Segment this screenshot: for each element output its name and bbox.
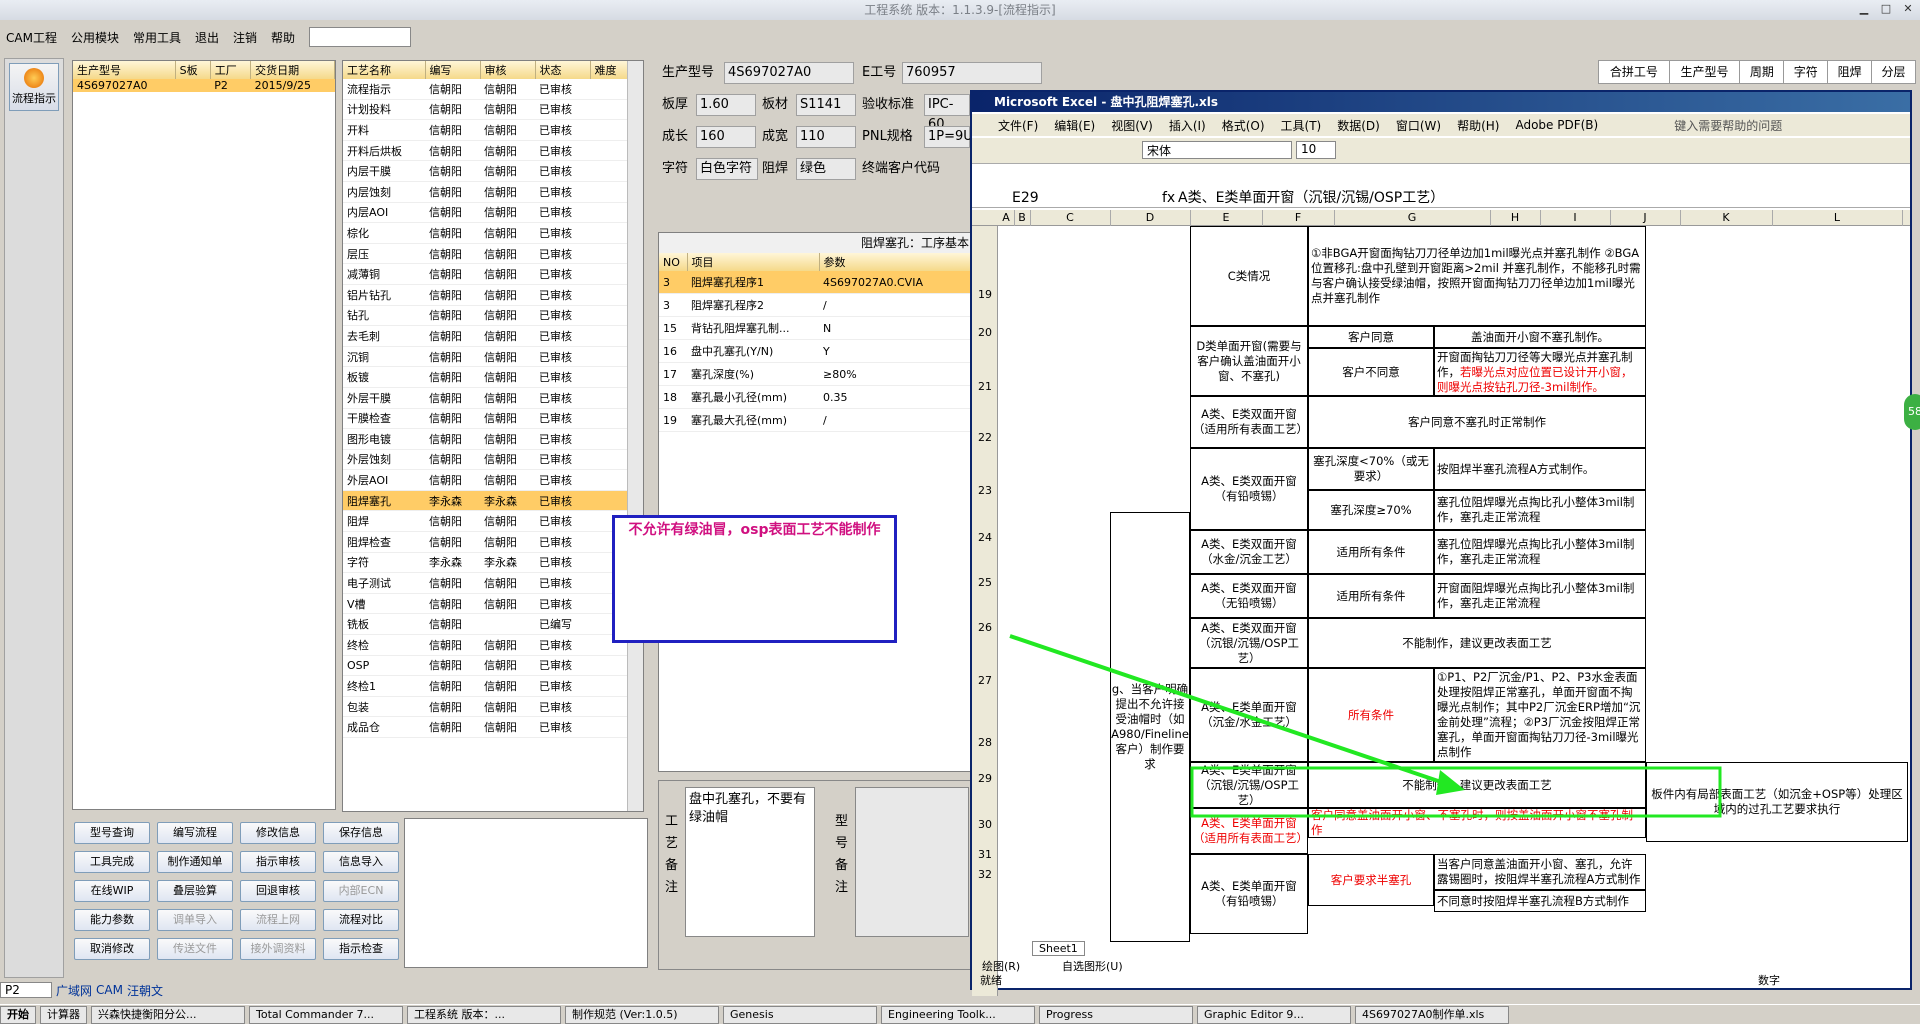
tab-cam[interactable]: CAM xyxy=(96,983,123,997)
task-item[interactable]: Engineering Toolk... xyxy=(881,1005,1035,1024)
arrow-overlay xyxy=(1009,634,1722,818)
task-item[interactable]: Genesis xyxy=(723,1005,877,1024)
task-item[interactable]: Graphic Editor 9... xyxy=(1197,1005,1351,1024)
tab-wan[interactable]: 广域网 xyxy=(56,982,92,999)
green-arrow xyxy=(1009,634,1451,787)
tab-user[interactable]: 汪朝文 xyxy=(127,982,163,999)
taskbar: 开始 计算器 兴森快捷衡阳分公... Total Commander 7... … xyxy=(0,1004,1920,1024)
task-item[interactable]: Total Commander 7... xyxy=(249,1005,403,1024)
bottom-tabs: P2 广域网 CAM 汪朝文 xyxy=(0,980,400,1000)
task-item[interactable]: Progress xyxy=(1039,1005,1193,1024)
task-item[interactable]: 工程系统 版本：... xyxy=(407,1005,561,1024)
highlight-box xyxy=(1190,766,1722,818)
task-item[interactable]: 兴森快捷衡阳分公... xyxy=(91,1005,245,1024)
task-item[interactable]: 4S697027A0制作单.xls xyxy=(1355,1005,1509,1024)
factory-combo[interactable]: P2 xyxy=(0,982,52,998)
side-badge[interactable]: 58 xyxy=(1904,394,1920,430)
start-button[interactable]: 开始 xyxy=(0,1005,36,1024)
task-item[interactable]: 计算器 xyxy=(40,1005,87,1024)
arrow-head-icon xyxy=(1436,770,1465,795)
task-item[interactable]: 制作规范 (Ver:1.0.5) xyxy=(565,1005,719,1024)
